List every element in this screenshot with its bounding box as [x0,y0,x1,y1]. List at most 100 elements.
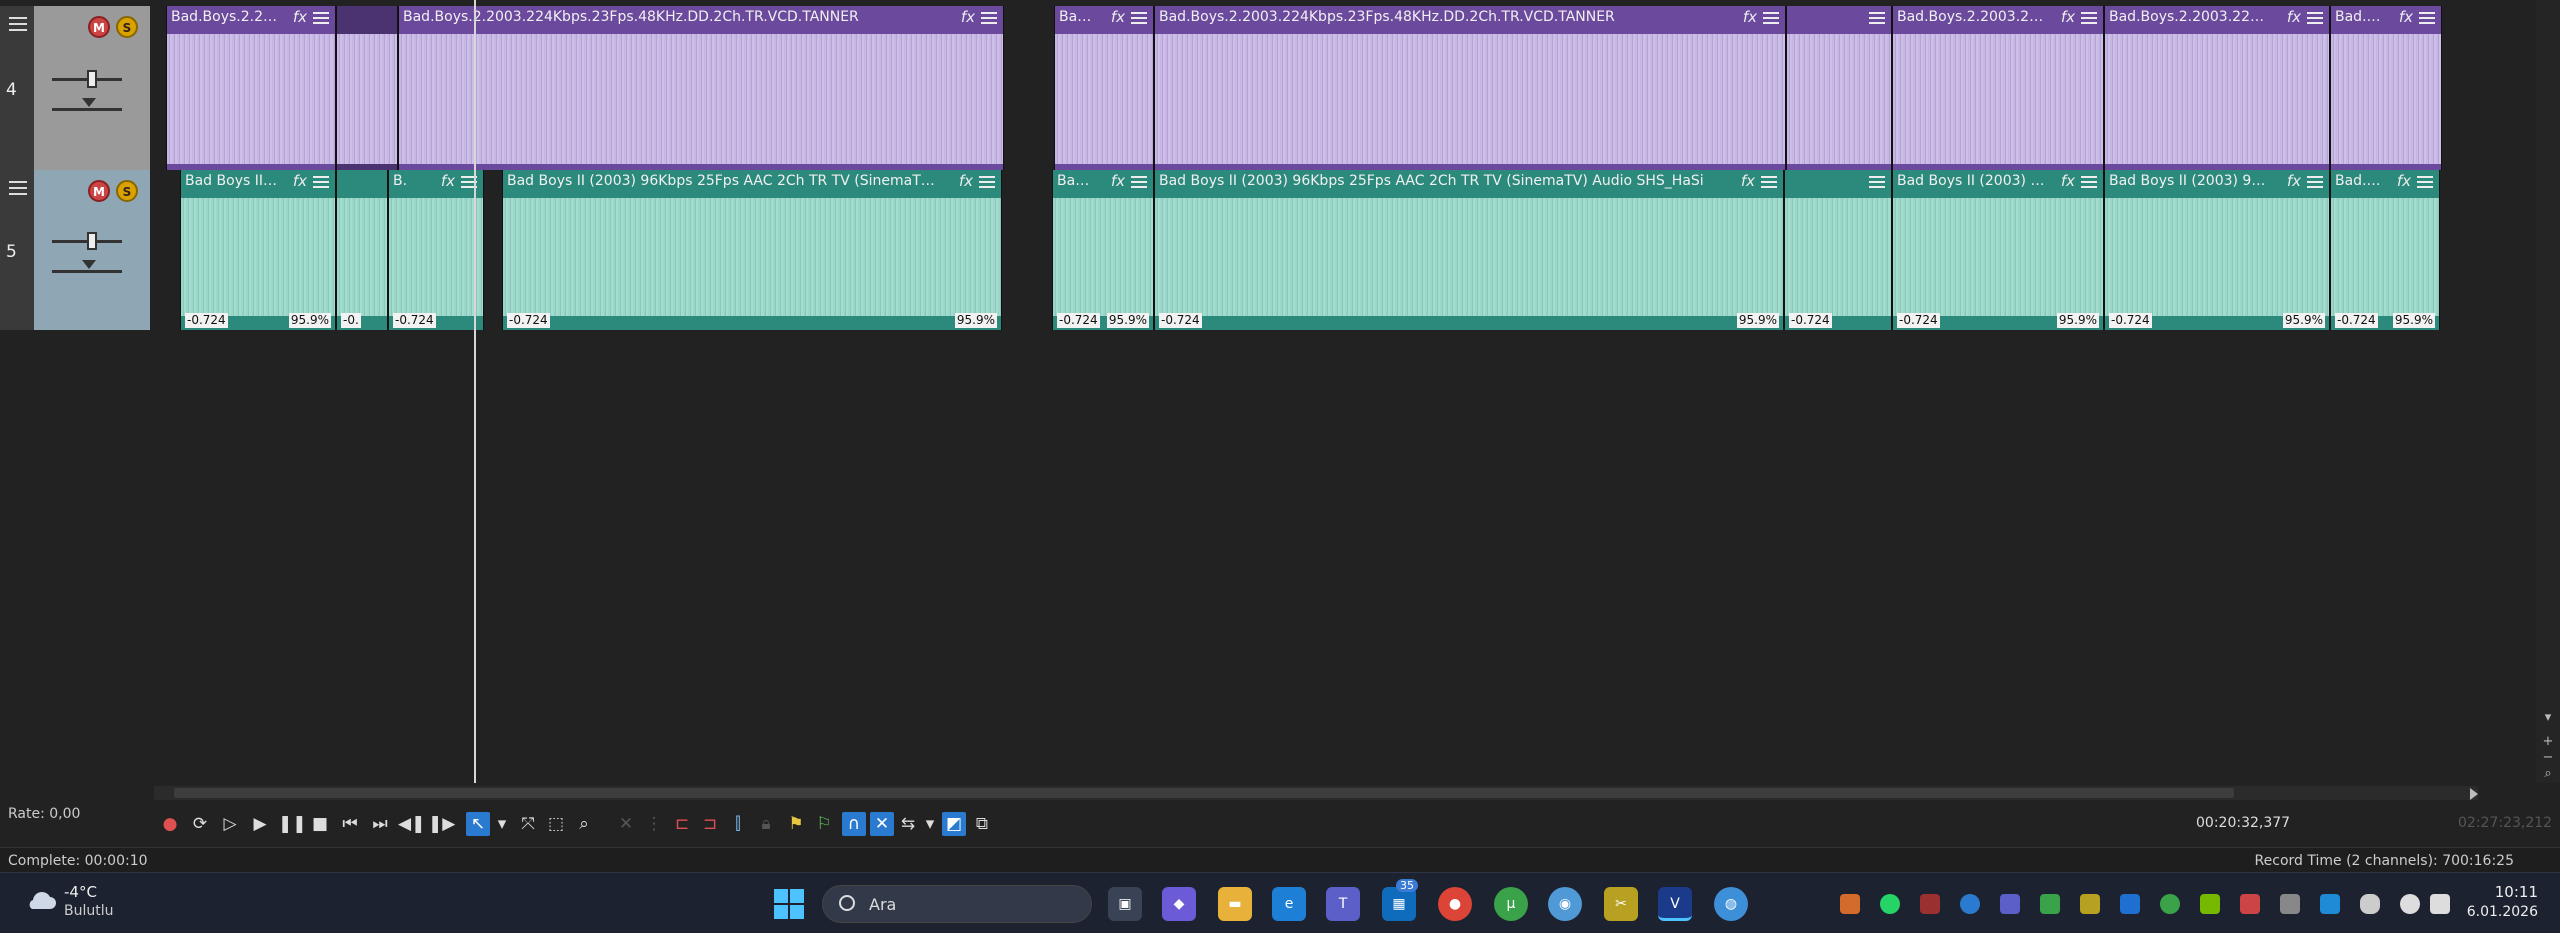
fx-icon[interactable]: fx [2061,172,2075,190]
clip-menu-icon[interactable] [2081,176,2097,188]
audio-clip[interactable] [336,6,398,170]
audio-clip[interactable]: -0. [336,170,388,330]
audio-clip[interactable]: Bad Boys II (2003) 96K... fx -0.724 95.9% [1892,170,2104,330]
audio-clip[interactable]: Bad.Bo... fx -0.724 95.9% [2330,170,2440,330]
audio-clip[interactable]: Bad... fx [1054,6,1154,170]
chrome-icon[interactable]: ● [1438,887,1472,921]
teams-tray-icon[interactable] [2000,894,2020,914]
audio-clip[interactable]: Bad.Boys.2.2003.224Kbps.23Fps.48KHz.DD.2… [1154,6,1786,170]
store-icon[interactable]: ▦ [1382,887,1416,921]
volume-slider-knob[interactable] [87,70,97,88]
audio-clip[interactable]: Bad.Boys.2.2003.224Kbps.23Fps.48KHz.DD.2… [398,6,1004,170]
copilot-icon[interactable]: ◆ [1162,887,1196,921]
fx-icon[interactable]: fx [293,8,307,26]
trim-start-icon[interactable]: ⊏ [670,812,694,836]
play-from-start-icon[interactable]: ▷ [218,812,242,836]
track-5-lane[interactable]: Bad Boys II (... fx -0.724 95.9% -0. B. fx -0… [152,170,2442,330]
volume-icon[interactable] [2430,894,2450,914]
clip-menu-icon[interactable] [313,12,329,24]
vegas-pro-icon[interactable]: V [1658,887,1692,921]
solo-button[interactable]: S [116,16,138,38]
vpn-icon[interactable]: ◉ [1548,887,1582,921]
vertical-scrollbar[interactable]: ▾ + − ⌕ [2536,0,2560,783]
fx-icon[interactable]: fx [961,8,975,26]
media-tool-icon[interactable]: ✂ [1604,887,1638,921]
record-icon[interactable]: ● [158,812,182,836]
zoom-tool-icon[interactable]: ⌕ [572,812,596,836]
clip-menu-icon[interactable] [1763,12,1779,24]
pan-slider-track[interactable] [52,108,122,111]
lock-icon[interactable]: 🔒︎ [754,812,778,836]
tray-app-icon[interactable] [1840,894,1860,914]
clip-menu-icon[interactable] [313,176,329,188]
clip-menu-icon[interactable] [2081,12,2097,24]
trim-end-icon[interactable]: ⊐ [698,812,722,836]
track-4-lane[interactable]: Bad.Boys.2.20... fx Bad.Boys.2.2003.224Kb… [152,6,2442,170]
weather-temperature[interactable]: -4°C [64,883,97,901]
track-4-header[interactable]: 4 M S [0,6,150,170]
edge-icon[interactable]: e [1272,887,1306,921]
audio-clip[interactable]: Bad.Bo... fx [2330,6,2442,170]
split-icon[interactable]: ⫿ [726,812,750,836]
fx-icon[interactable]: fx [1743,8,1757,26]
pan-slider-track[interactable] [52,270,122,273]
clip-menu-icon[interactable] [2419,12,2435,24]
weather-condition[interactable]: Bulutlu [64,903,114,919]
tray-bolt-icon[interactable] [1960,894,1980,914]
trim-icon[interactable]: ⋮ [642,812,666,836]
tray-card-icon[interactable] [1920,894,1940,914]
clip-menu-icon[interactable] [981,12,997,24]
volume-slider-knob[interactable] [87,232,97,250]
track-menu-icon[interactable] [9,17,27,31]
tray-red-icon[interactable] [2240,894,2260,914]
mute-button[interactable]: M [88,180,110,202]
tray-green-icon[interactable] [2040,894,2060,914]
fx-icon[interactable]: fx [1111,8,1125,26]
nvidia-icon[interactable] [2200,894,2220,914]
region-icon[interactable]: ⚐ [812,812,836,836]
task-view-icon[interactable]: ▣ [1108,887,1142,921]
fx-icon[interactable]: fx [2287,172,2301,190]
globe-app-icon[interactable]: ◍ [1714,887,1748,921]
fx-icon[interactable]: fx [1111,172,1125,190]
taskbar-search-box[interactable]: Ara [822,885,1092,923]
tray-tool-icon[interactable] [2080,894,2100,914]
fx-icon[interactable]: fx [1741,172,1755,190]
audio-clip[interactable]: B. fx -0.724 [388,170,484,330]
clip-menu-icon[interactable] [2307,176,2323,188]
zoom-in-icon[interactable]: + [2542,735,2554,748]
wifi-icon[interactable] [2400,894,2420,914]
lock-envelopes-icon[interactable]: ◩ [942,812,966,836]
envelope-tool-icon[interactable]: ⤧ [516,812,540,836]
fx-icon[interactable]: fx [293,172,307,190]
security-icon[interactable] [2320,894,2340,914]
microphone-icon[interactable] [2360,894,2380,914]
cloud-icon[interactable] [24,889,56,911]
audio-clip[interactable]: Bad.Boys.2.20... fx [166,6,336,170]
pan-arrow-icon[interactable] [82,260,96,269]
clock-time[interactable]: 10:11 [2495,883,2538,901]
audio-clip[interactable]: Bad Boys II (2003) 96Kbps 25Fps AAC 2Ch … [502,170,1002,330]
clip-menu-icon[interactable] [1131,176,1147,188]
solo-button[interactable]: S [116,180,138,202]
teams-icon[interactable]: T [1326,887,1360,921]
zoom-out-icon[interactable]: − [2542,751,2554,764]
audio-clip[interactable]: Bad Boys II (... fx -0.724 95.9% [180,170,336,330]
audio-clip[interactable]: Bad Boys II (2003) 96Kbps 25Fps AAC 2Ch … [1154,170,1784,330]
fx-icon[interactable]: fx [959,172,973,190]
audio-clip[interactable] [1786,6,1892,170]
scroll-right-icon[interactable] [2470,788,2478,800]
play-icon[interactable]: ▶ [248,812,272,836]
windows-start-button[interactable] [774,889,804,919]
ignore-grouping-icon[interactable]: ⧉ [970,812,994,836]
fx-icon[interactable]: fx [2399,8,2413,26]
clip-menu-icon[interactable] [1869,176,1885,188]
loop-icon[interactable]: ⟳ [188,812,212,836]
snapping-icon[interactable]: ∩ [842,812,866,836]
playhead-cursor[interactable] [474,0,476,783]
horizontal-scrollbar[interactable] [154,786,2478,800]
delete-icon[interactable]: ✕ [614,812,638,836]
utorrent-icon[interactable]: µ [1494,887,1528,921]
pause-icon[interactable]: ❚❚ [278,812,307,836]
track-menu-icon[interactable] [9,181,27,195]
